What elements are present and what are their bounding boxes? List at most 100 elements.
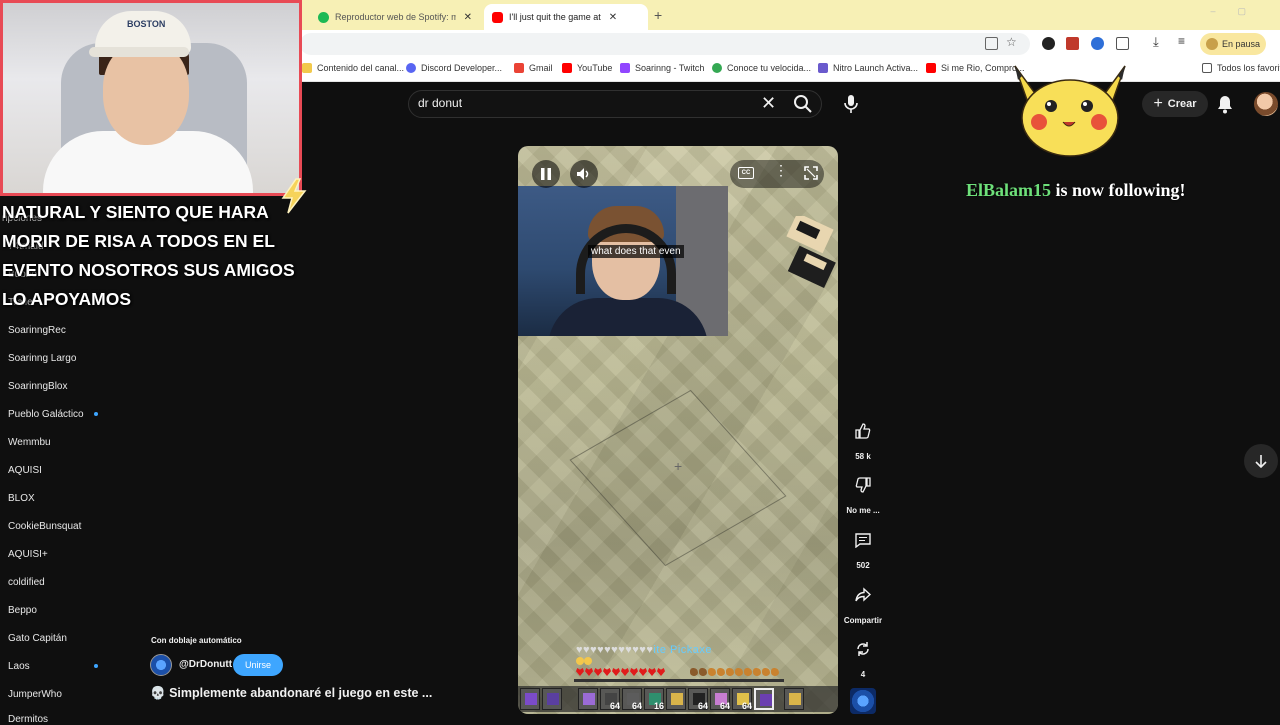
tab-label: I'll just quit the game at <box>509 12 601 22</box>
more-options-icon[interactable]: ⋮ <box>774 163 788 177</box>
clear-search-icon[interactable]: ✕ <box>761 93 776 114</box>
hotbar-slot[interactable]: 64 <box>622 688 642 711</box>
captions-icon[interactable]: CC <box>738 167 754 179</box>
streamer-webcam: BOSTON <box>0 0 302 196</box>
cap-brim <box>89 47 189 57</box>
sidebar-item-laos[interactable]: Laos <box>8 661 30 672</box>
share-button-circle[interactable] <box>848 580 878 610</box>
offhand-slot[interactable] <box>784 688 804 710</box>
pause-button[interactable] <box>532 160 560 188</box>
hotbar-slot[interactable]: 16 <box>644 688 664 711</box>
bookmark-item[interactable]: Conoce tu velocida... <box>712 63 811 73</box>
sidebar-item-wemmbu[interactable]: Wemmbu <box>8 437 51 448</box>
search-icon[interactable] <box>793 94 813 114</box>
hotbar-slot-selected[interactable] <box>754 688 774 710</box>
sound-thumbnail[interactable] <box>850 688 876 714</box>
remix-button-circle[interactable] <box>848 634 878 664</box>
sidebar-item-soarinng-largo[interactable]: Soarinng Largo <box>8 353 76 364</box>
search-input[interactable] <box>408 90 822 118</box>
sidebar-item-aquisi[interactable]: AQUISI <box>8 465 42 476</box>
follow-alert: ElBalam15 is now following! <box>966 180 1186 201</box>
bookmark-item[interactable]: Contenido del canal... <box>302 63 404 73</box>
hotbar-slot[interactable]: 64 <box>600 688 620 711</box>
join-button[interactable]: Unirse <box>233 654 283 676</box>
search-query: dr donut <box>418 96 463 110</box>
tab-spotify[interactable]: Reproductor web de Spotify: m ✕ <box>310 4 480 30</box>
sidebar-item-soarinngrec[interactable]: SoarinngRec <box>8 325 66 336</box>
sidebar-item-cookiebunsquat[interactable]: CookieBunsquat <box>8 521 81 532</box>
sidebar-item-beppo[interactable]: Beppo <box>8 605 37 616</box>
sidebar-item-coldified[interactable]: coldified <box>8 577 45 588</box>
bookmark-item[interactable]: Soarinng - Twitch <box>620 63 704 73</box>
profile-paused-button[interactable]: En pausa <box>1200 33 1266 55</box>
hotbar-slot[interactable] <box>666 688 686 710</box>
comments-button[interactable]: 502 <box>848 525 878 570</box>
dislike-button[interactable]: No me ... <box>846 470 880 515</box>
comment-count: 502 <box>856 561 870 570</box>
item-icon <box>583 693 595 705</box>
voice-search-button[interactable] <box>840 92 862 116</box>
create-button[interactable]: + Crear <box>1142 91 1208 117</box>
item-count: 64 <box>719 701 730 711</box>
star-icon[interactable]: ☆ <box>1006 35 1019 49</box>
hotbar-slot[interactable] <box>520 688 540 710</box>
item-icon <box>525 693 537 705</box>
hotbar-slot[interactable] <box>578 688 598 710</box>
shorts-video-player[interactable]: + what does that even CC ⋮ ♥♥♥♥♥♥♥♥♥♥♥it… <box>518 146 838 714</box>
hotbar-slot[interactable] <box>542 688 562 710</box>
like-button-circle[interactable] <box>848 416 878 446</box>
new-tab-button[interactable]: + <box>654 7 662 23</box>
absorption-hearts <box>576 657 592 665</box>
video-title[interactable]: 💀 Simplemente abandonaré el juego en est… <box>150 686 432 701</box>
remix-button[interactable]: 4 <box>848 634 878 679</box>
discord-icon <box>406 63 416 73</box>
extension-icon[interactable] <box>1066 37 1079 50</box>
sidebar-item-blox[interactable]: BLOX <box>8 493 35 504</box>
next-short-button[interactable] <box>1244 444 1278 478</box>
sidebar-item-gato-capitan[interactable]: Gato Capitán <box>8 633 67 644</box>
share-button[interactable]: Compartir <box>844 580 882 625</box>
dislike-button-circle[interactable] <box>848 470 878 500</box>
like-button[interactable]: 58 k <box>848 416 878 461</box>
hotbar-slot[interactable]: 64 <box>688 688 708 711</box>
item-icon <box>760 694 772 706</box>
sidebar-item-soarinngblox[interactable]: SoarinngBlox <box>8 381 67 392</box>
address-bar[interactable] <box>300 33 1030 55</box>
comments-button-circle[interactable] <box>848 525 878 555</box>
notifications-bell-icon[interactable] <box>1216 94 1234 114</box>
bookmark-item[interactable]: YouTube <box>562 63 612 73</box>
account-avatar[interactable] <box>1254 92 1278 116</box>
sidebar-item-jumperwho[interactable]: JumperWho <box>8 689 62 700</box>
bookmark-item[interactable]: Nitro Launch Activa... <box>818 63 918 73</box>
bookmark-icon <box>302 63 312 73</box>
download-icon[interactable]: ⤓ <box>1153 34 1166 49</box>
bookmark-item[interactable]: Gmail <box>514 63 553 73</box>
thumbs-down-icon <box>855 477 871 493</box>
bookmark-label: Nitro Launch Activa... <box>833 63 919 73</box>
tab-youtube-active[interactable]: I'll just quit the game at ✕ <box>484 4 648 30</box>
channel-avatar[interactable] <box>150 654 172 676</box>
crosshair-icon: + <box>674 458 683 474</box>
install-icon[interactable] <box>985 37 998 50</box>
media-icon[interactable]: ≡ <box>1178 34 1191 48</box>
food-icon <box>735 668 743 676</box>
channel-handle[interactable]: @DrDonutt <box>179 659 232 670</box>
close-icon[interactable]: ✕ <box>609 12 617 23</box>
sidebar-item-aquisi-plus[interactable]: AQUISI+ <box>8 549 48 560</box>
bookmark-icon <box>818 63 828 73</box>
sidebar-item-pueblo-galactico[interactable]: Pueblo Galáctico <box>8 409 84 420</box>
extension-icon[interactable] <box>1091 37 1104 50</box>
close-icon[interactable]: ✕ <box>464 12 472 23</box>
extension-icon[interactable] <box>1042 37 1055 50</box>
food-icon <box>699 668 707 676</box>
bookmark-item[interactable]: Discord Developer... <box>406 63 502 73</box>
puzzle-icon[interactable] <box>1116 37 1129 50</box>
share-label: Compartir <box>843 616 883 625</box>
window-controls[interactable]: –▢ <box>1210 6 1268 17</box>
hotbar-slot[interactable]: 64 <box>710 688 730 711</box>
item-count: 64 <box>697 701 708 711</box>
all-bookmarks[interactable]: Todos los favorit <box>1202 63 1280 73</box>
hotbar-slot[interactable]: 64 <box>732 688 752 711</box>
fullscreen-icon[interactable] <box>804 166 818 180</box>
volume-button[interactable] <box>570 160 598 188</box>
